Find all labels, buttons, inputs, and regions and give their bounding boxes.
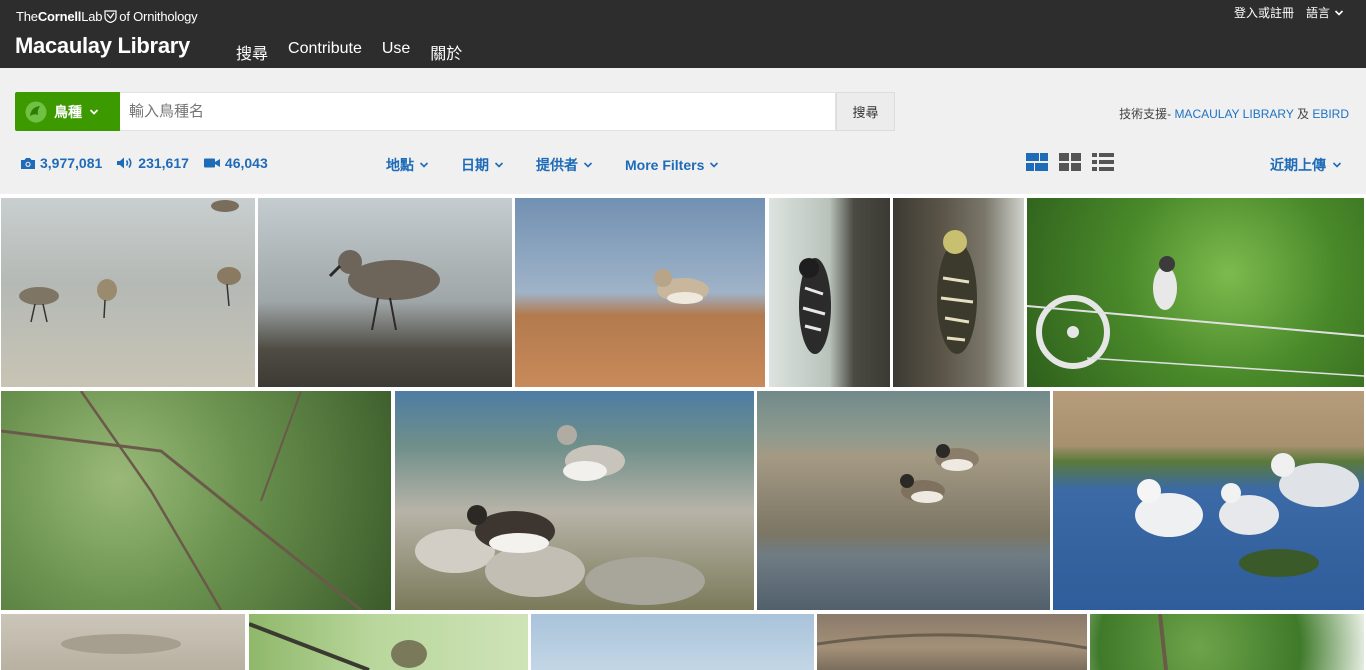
photo-bird-on-wire — [1027, 256, 1364, 377]
nav-item-contribute[interactable]: Contribute — [288, 40, 362, 64]
video-count[interactable]: 46,043 — [203, 155, 268, 171]
photo-woodpecker-on-trunk — [799, 258, 831, 354]
cornell-crest-icon — [104, 10, 117, 23]
sort-menu[interactable]: 近期上傳 — [1270, 155, 1342, 175]
account-area: 登入或註冊 語言 — [1234, 4, 1344, 21]
photo-tile[interactable] — [1, 614, 245, 670]
camera-icon — [21, 157, 35, 169]
list-view-icon[interactable] — [1092, 153, 1114, 171]
photo-tile[interactable] — [1027, 198, 1364, 387]
chevron-down-icon — [89, 108, 99, 115]
chevron-down-icon — [494, 162, 504, 168]
small-grid-icon[interactable] — [1059, 153, 1081, 171]
photo-sandpiper-on-beach — [654, 269, 709, 304]
cornell-lab: Lab — [81, 9, 103, 24]
filter-date-label: 日期 — [461, 157, 489, 173]
layout-switcher — [1026, 153, 1114, 171]
nav-item-about[interactable]: 關於 — [430, 40, 462, 64]
photo-tile[interactable] — [1090, 614, 1364, 670]
photo-tile[interactable] — [258, 198, 512, 387]
photo-tile[interactable] — [1, 198, 255, 387]
video-count-value: 46,043 — [224, 155, 268, 171]
photo-tile[interactable] — [817, 614, 1087, 670]
taxon-type-label: 鳥種 — [54, 103, 82, 120]
photo-plovers-on-sand — [900, 444, 979, 503]
language-label: 語言 — [1305, 6, 1330, 20]
macaulay-library-link[interactable]: MACAULAY LIBRARY — [1174, 107, 1293, 121]
photo-bird-on-branch — [249, 622, 427, 670]
language-menu[interactable]: 語言 — [1306, 4, 1344, 21]
nav-item-search[interactable]: 搜尋 — [236, 40, 268, 64]
photo-tile[interactable] — [515, 198, 765, 387]
photo-sandpiper-on-shore — [328, 250, 440, 331]
chevron-down-icon — [710, 162, 719, 168]
photo-tile[interactable] — [531, 614, 814, 670]
ebird-link[interactable]: EBIRD — [1312, 107, 1349, 121]
photo-tile[interactable] — [249, 614, 528, 670]
top-header: The Cornell Lab of Ornithology Macaulay Li… — [0, 0, 1366, 68]
species-search-input[interactable] — [120, 92, 836, 131]
site-title[interactable]: Macaulay Library — [15, 33, 190, 59]
taxon-type-button[interactable]: 鳥種 — [15, 92, 120, 131]
photo-sandpipers-on-mudflat — [19, 200, 241, 323]
photo-tree-foliage — [1158, 614, 1168, 670]
powered-by: 技術支援- MACAULAY LIBRARY 及 EBIRD — [1119, 105, 1349, 122]
bird-species-icon — [25, 101, 47, 122]
photo-shore-sand — [61, 634, 181, 654]
cornell-lab-logo[interactable]: The Cornell Lab of Ornithology — [16, 9, 198, 24]
audio-count-value: 231,617 — [138, 155, 189, 171]
photo-gallery — [0, 194, 1366, 670]
photo-gulls-in-water — [1135, 453, 1359, 577]
photo-sky — [531, 614, 814, 670]
media-counts: 3,977,081 231,617 46,043 — [20, 155, 268, 171]
filter-bar: 地點 日期 提供者 More Filters — [386, 155, 719, 175]
search-button[interactable]: 搜尋 — [836, 92, 895, 131]
filter-date[interactable]: 日期 — [461, 155, 504, 175]
speaker-icon — [117, 157, 132, 169]
photo-tile[interactable] — [1, 391, 391, 610]
filter-more-label: More Filters — [625, 157, 705, 173]
login-link[interactable]: 登入或註冊 — [1234, 4, 1294, 21]
sort-label: 近期上傳 — [1270, 157, 1326, 173]
photo-tile[interactable] — [395, 391, 754, 610]
filter-location-label: 地點 — [386, 157, 414, 173]
cornell-the: The — [16, 9, 38, 24]
powered-and: 及 — [1296, 107, 1309, 121]
photo-tile[interactable] — [769, 198, 890, 387]
filter-contributor-label: 提供者 — [536, 157, 578, 173]
photo-woodpecker-on-bark — [937, 230, 977, 354]
filter-contributor[interactable]: 提供者 — [536, 155, 593, 175]
chevron-down-icon — [1334, 9, 1344, 16]
cornell-name: Cornell — [37, 9, 82, 24]
photo-tile[interactable] — [1053, 391, 1364, 610]
photo-turnstones-on-rocks — [415, 425, 705, 605]
search-band: 鳥種 搜尋 技術支援- MACAULAY LIBRARY 及 EBIRD 3,9… — [0, 68, 1366, 194]
photo-tile[interactable] — [893, 198, 1024, 387]
photo-tile[interactable] — [757, 391, 1050, 610]
nav-item-use[interactable]: Use — [382, 40, 410, 64]
chevron-down-icon — [1332, 162, 1342, 168]
chevron-down-icon — [419, 162, 429, 168]
photo-grassy-field — [817, 633, 1087, 650]
main-nav: 搜尋 Contribute Use 關於 — [236, 40, 462, 64]
chevron-down-icon — [583, 162, 593, 168]
powered-prefix: 技術支援- — [1119, 107, 1172, 121]
photo-count-value: 3,977,081 — [40, 155, 103, 171]
photo-bird-in-tree — [1, 391, 362, 610]
photo-count[interactable]: 3,977,081 — [20, 155, 102, 171]
audio-count[interactable]: 231,617 — [116, 155, 189, 171]
video-camera-icon — [203, 158, 220, 168]
cornell-of: of Ornithology — [119, 9, 198, 24]
filter-more[interactable]: More Filters — [625, 155, 719, 175]
large-grid-icon[interactable] — [1026, 153, 1048, 171]
filter-location[interactable]: 地點 — [386, 155, 429, 175]
